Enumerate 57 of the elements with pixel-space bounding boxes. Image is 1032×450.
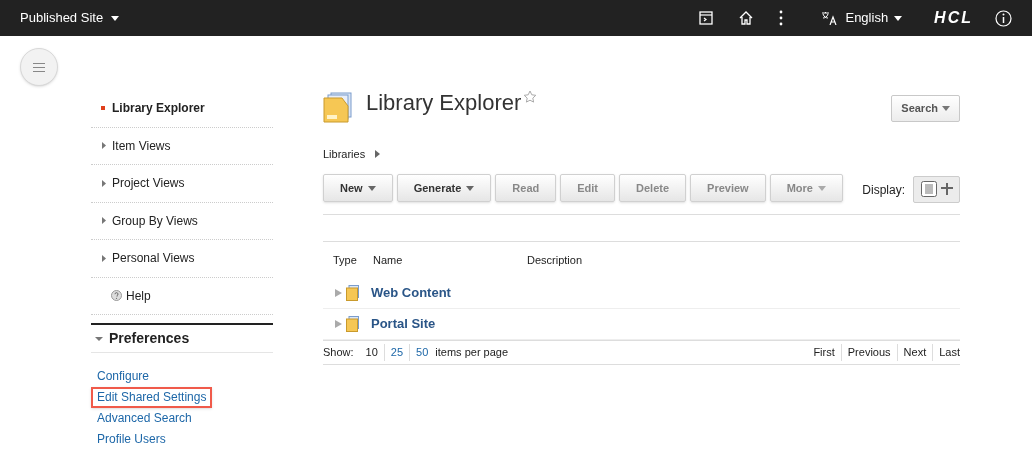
search-button[interactable]: Search xyxy=(891,95,960,122)
pager-link[interactable]: Last xyxy=(932,344,960,361)
caret-icon xyxy=(942,106,950,111)
nav-item[interactable]: Library Explorer xyxy=(91,90,273,128)
library-icon xyxy=(346,285,359,301)
selected-marker xyxy=(101,106,105,111)
star-icon[interactable] xyxy=(523,90,538,104)
nav-item[interactable]: Help xyxy=(91,277,273,315)
menu-button[interactable] xyxy=(20,48,58,86)
pager-link[interactable]: First xyxy=(813,344,841,361)
page-size-option[interactable]: 25 xyxy=(383,344,410,361)
column-header: Name xyxy=(373,252,404,268)
display-label: Display: xyxy=(862,182,905,199)
nav-item[interactable]: Group By Views xyxy=(91,202,273,240)
caret-icon xyxy=(894,15,903,21)
preferences-header[interactable]: Preferences xyxy=(91,325,273,353)
toolbar-button[interactable]: Generate xyxy=(396,174,492,202)
more-icon[interactable] xyxy=(779,10,784,26)
sidebar-link[interactable]: Configure xyxy=(91,366,156,387)
caret-icon xyxy=(102,254,106,262)
caret-icon xyxy=(95,334,103,343)
library-icon xyxy=(346,316,359,332)
sidebar-link[interactable]: Profile Users xyxy=(91,429,172,450)
pager-label: items per page xyxy=(435,345,509,361)
info-icon[interactable] xyxy=(995,9,1012,27)
library-link[interactable]: Portal Site xyxy=(371,314,436,334)
breadcrumb-link[interactable]: Libraries xyxy=(323,145,366,163)
page-title: Library Explorer xyxy=(366,90,522,116)
menu-icon xyxy=(33,62,45,72)
home-icon[interactable] xyxy=(738,10,755,26)
library-link[interactable]: Web Content xyxy=(371,283,451,303)
nav-item[interactable]: Item Views xyxy=(91,127,273,165)
pager-label: Show: xyxy=(323,345,354,361)
nav-item[interactable]: Project Views xyxy=(91,165,273,203)
caret-icon xyxy=(111,15,120,21)
plus-icon xyxy=(940,183,953,195)
page-size-option[interactable]: 50 xyxy=(409,344,435,361)
language-dropdown[interactable]: English xyxy=(821,8,903,28)
caret-icon xyxy=(102,142,106,150)
sidebar-link[interactable]: Edit Shared Settings xyxy=(91,387,213,408)
brand-logo: HCL xyxy=(934,8,973,28)
site-dropdown[interactable]: Published Site xyxy=(20,8,120,28)
sidebar-link[interactable]: Advanced Search xyxy=(91,408,198,429)
toolbar-button[interactable]: New xyxy=(323,174,393,202)
pager-link[interactable]: Next xyxy=(896,344,933,361)
column-header: Type xyxy=(333,252,358,268)
page-size-option[interactable]: 10 xyxy=(359,344,384,361)
terminal-icon[interactable] xyxy=(699,11,714,25)
caret-icon xyxy=(375,150,381,158)
library-icon xyxy=(323,92,353,124)
nav-item[interactable]: Personal Views xyxy=(91,240,273,278)
column-header: Description xyxy=(527,252,583,268)
help-icon xyxy=(111,290,122,302)
pager-link[interactable]: Previous xyxy=(840,344,897,361)
caret-icon xyxy=(102,179,106,187)
caret-icon xyxy=(102,217,106,225)
display-toggle[interactable] xyxy=(913,175,960,203)
